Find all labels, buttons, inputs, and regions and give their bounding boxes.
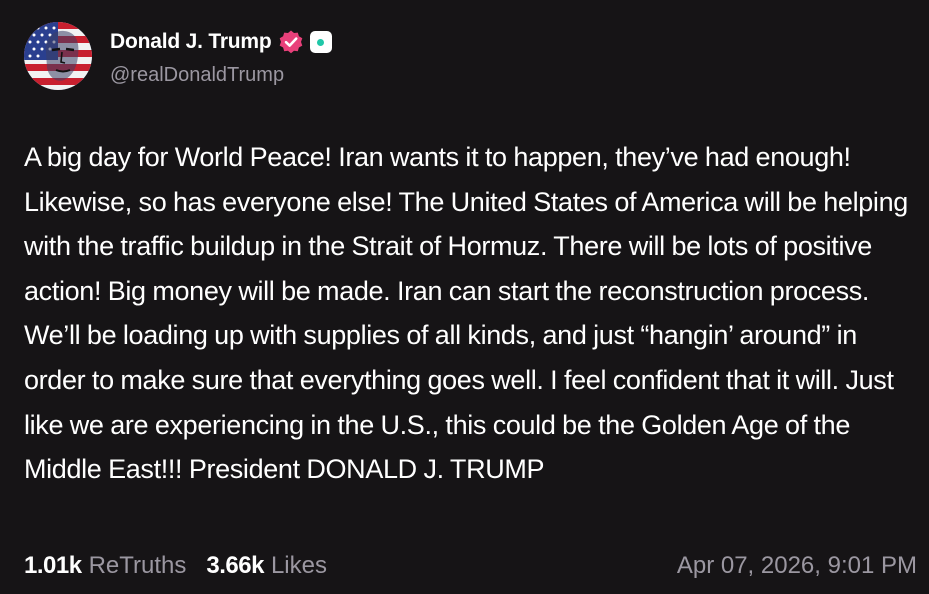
display-name[interactable]: Donald J. Trump (110, 30, 272, 54)
truth-social-icon (309, 31, 332, 53)
flag-portrait-avatar-icon (24, 22, 92, 90)
likes-stat[interactable]: 3.66k Likes (206, 552, 327, 580)
verified-badge-icon (278, 29, 304, 55)
retruths-count: 1.01k (24, 552, 82, 579)
author-handle[interactable]: @realDonaldTrump (110, 64, 284, 87)
post-footer: 1.01k ReTruths 3.66k Likes Apr 07, 2026,… (24, 549, 917, 583)
avatar[interactable] (24, 22, 92, 90)
post-text: A big day for World Peace! Iran wants it… (24, 142, 908, 485)
likes-count: 3.66k (206, 552, 264, 579)
likes-label: Likes (270, 552, 327, 579)
post-timestamp[interactable]: Apr 07, 2026, 9:01 PM (677, 552, 917, 580)
retruths-label: ReTruths (88, 552, 187, 579)
retruths-stat[interactable]: 1.01k ReTruths (24, 552, 186, 580)
truth-post: Donald J. Trump @realDonaldTrump A big d… (0, 0, 929, 594)
author-name-row: Donald J. Trump (110, 28, 332, 56)
